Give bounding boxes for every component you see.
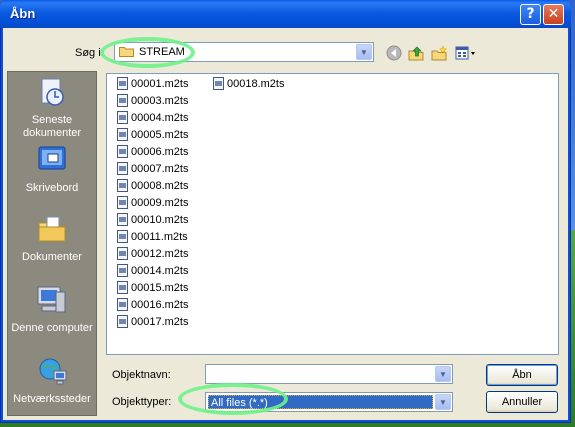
file-item[interactable]: 00015.m2ts [117, 280, 188, 296]
file-icon [117, 246, 128, 260]
file-item[interactable]: 00001.m2ts [117, 76, 188, 92]
file-icon [117, 263, 128, 277]
file-item[interactable]: 00014.m2ts [117, 263, 188, 279]
file-name: 00006.m2ts [131, 146, 189, 158]
dialog-body: Søg i: STREAM ▼ Seneste dokumenter Skriv… [3, 28, 568, 420]
up-folder-icon[interactable] [408, 45, 424, 61]
file-icon [117, 76, 128, 90]
file-name: 00004.m2ts [131, 112, 189, 124]
file-name: 00007.m2ts [131, 163, 189, 175]
file-icon [117, 314, 128, 328]
filename-field[interactable]: ▼ [205, 364, 453, 384]
chevron-down-icon[interactable]: ▼ [356, 44, 372, 60]
place-label: Netværkssteder [13, 393, 91, 405]
place-label: Skrivebord [25, 182, 79, 194]
file-item[interactable]: 00003.m2ts [117, 93, 188, 109]
chevron-down-icon[interactable]: ▼ [435, 366, 451, 382]
file-icon [117, 297, 128, 311]
file-name: 00011.m2ts [131, 231, 188, 243]
dialog-title: Åbn [10, 6, 36, 21]
file-name: 00018.m2ts [227, 78, 285, 90]
open-button[interactable]: Åbn [486, 364, 558, 386]
file-name: 00014.m2ts [131, 265, 189, 277]
file-item[interactable]: 00008.m2ts [117, 178, 188, 194]
recent-documents-icon [41, 78, 64, 106]
chevron-down-icon[interactable]: ▼ [435, 394, 451, 410]
file-item[interactable]: 00018.m2ts [213, 76, 284, 92]
place-my-computer[interactable]: Denne computer [8, 284, 96, 335]
file-item[interactable]: 00011.m2ts [117, 229, 188, 245]
back-icon[interactable] [386, 45, 402, 61]
file-name: 00015.m2ts [131, 282, 189, 294]
file-name: 00009.m2ts [131, 197, 189, 209]
filetype-label: Objekttyper: [112, 396, 172, 408]
file-icon [117, 195, 128, 209]
desktop-icon [38, 146, 66, 173]
file-item[interactable]: 00007.m2ts [117, 161, 188, 177]
file-name: 00016.m2ts [131, 299, 189, 311]
file-item[interactable]: 00006.m2ts [117, 144, 188, 160]
file-icon [117, 178, 128, 192]
file-icon [117, 127, 128, 141]
place-label: Denne computer [11, 322, 93, 334]
file-item[interactable]: 00005.m2ts [117, 127, 188, 143]
place-label: Dokumenter [22, 251, 82, 263]
network-places-icon [39, 358, 67, 385]
file-list[interactable]: 00001.m2ts 00003.m2ts 00004.m2ts 00005.m… [106, 73, 559, 355]
file-name: 00005.m2ts [131, 129, 189, 141]
file-item[interactable]: 00009.m2ts [117, 195, 188, 211]
file-icon [117, 161, 128, 175]
file-icon [117, 144, 128, 158]
place-desktop[interactable]: Skrivebord [8, 144, 96, 195]
file-item[interactable]: 00017.m2ts [117, 314, 188, 330]
open-dialog: Åbn ? ✕ Søg i: STREAM ▼ Seneste dokument… [0, 0, 571, 423]
place-network[interactable]: Netværkssteder [8, 355, 96, 406]
close-button[interactable]: ✕ [543, 4, 564, 25]
new-folder-icon[interactable] [431, 45, 447, 61]
view-menu-icon[interactable] [455, 45, 477, 61]
file-icon [213, 76, 224, 90]
file-icon [117, 280, 128, 294]
file-icon [117, 229, 128, 243]
file-item[interactable]: 00010.m2ts [117, 212, 188, 228]
file-name: 00017.m2ts [131, 316, 189, 328]
file-name: 00008.m2ts [131, 180, 189, 192]
file-item[interactable]: 00012.m2ts [117, 246, 188, 262]
place-label: Seneste [31, 114, 73, 126]
highlight-ring-filetype [178, 383, 288, 415]
file-icon [117, 212, 128, 226]
my-computer-icon [37, 286, 66, 313]
title-bar[interactable]: Åbn ? ✕ [0, 0, 571, 28]
file-name: 00003.m2ts [131, 95, 189, 107]
filename-label: Objektnavn: [112, 369, 171, 381]
my-documents-icon [38, 216, 66, 242]
file-icon [117, 110, 128, 124]
place-recent-documents[interactable]: Seneste dokumenter [8, 76, 96, 140]
place-label: dokumenter [22, 127, 82, 139]
file-icon [117, 93, 128, 107]
places-bar: Seneste dokumenter Skrivebord Dokumenter… [7, 71, 97, 416]
place-my-documents[interactable]: Dokumenter [8, 213, 96, 264]
highlight-ring-lookin [100, 37, 195, 68]
file-item[interactable]: 00016.m2ts [117, 297, 188, 313]
file-name: 00001.m2ts [131, 78, 189, 90]
file-item[interactable]: 00004.m2ts [117, 110, 188, 126]
file-name: 00012.m2ts [131, 248, 189, 260]
help-button[interactable]: ? [520, 4, 541, 25]
cancel-button[interactable]: Annuller [486, 391, 558, 413]
file-name: 00010.m2ts [131, 214, 189, 226]
